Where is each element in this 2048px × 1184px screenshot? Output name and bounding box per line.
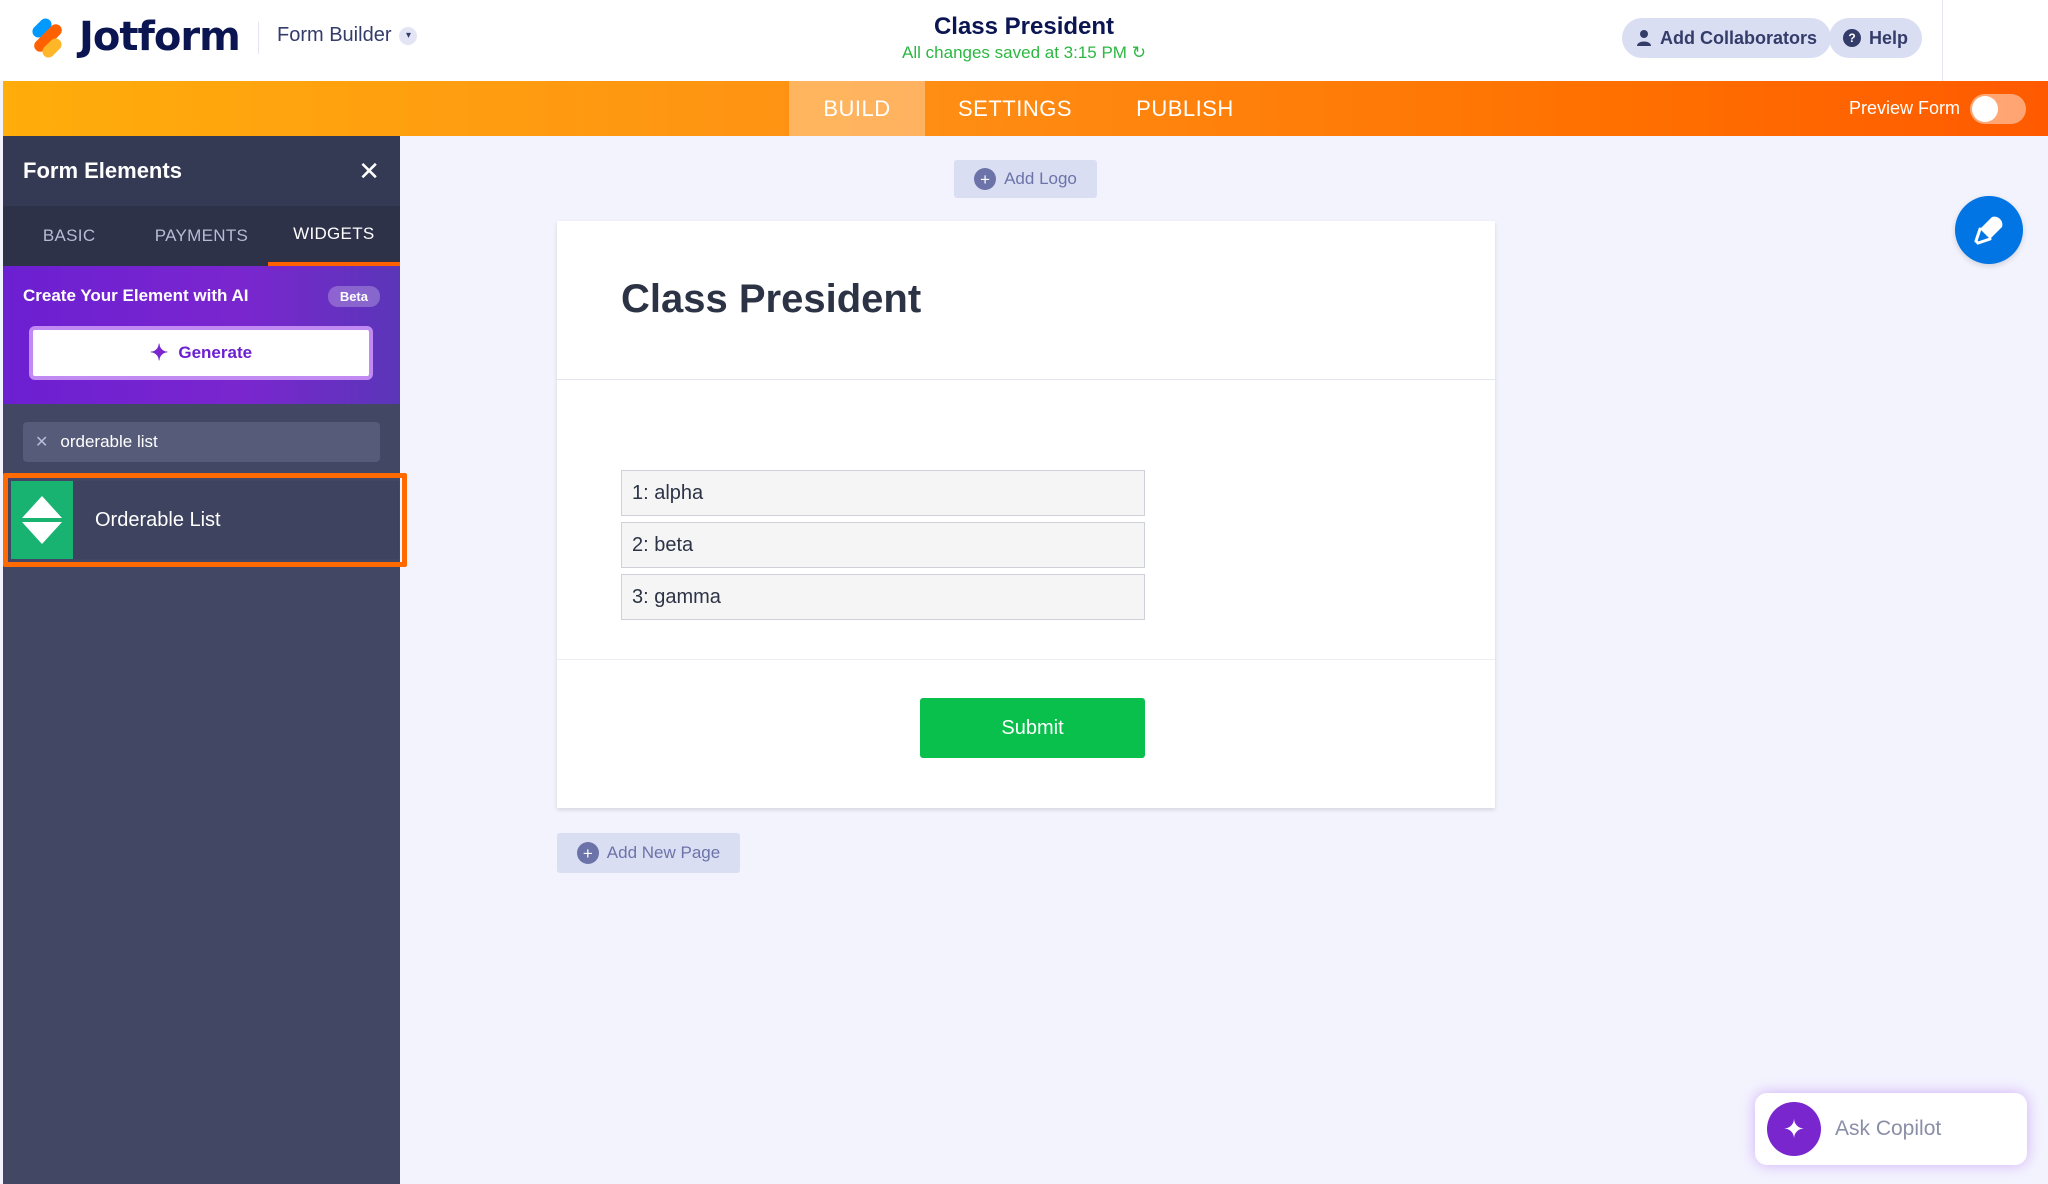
- ai-title: Create Your Element with AI: [23, 286, 249, 305]
- add-new-page-label: Add New Page: [606, 843, 721, 862]
- tab-basic[interactable]: BASIC: [3, 206, 135, 266]
- heading-divider: [557, 379, 1495, 380]
- tab-payments[interactable]: PAYMENTS: [135, 206, 267, 266]
- close-icon[interactable]: ✕: [358, 156, 380, 187]
- sparkle-icon: ✦: [149, 340, 169, 365]
- question-icon: ?: [1843, 29, 1861, 47]
- preview-form-label: Preview Form: [1848, 98, 1960, 118]
- submit-button[interactable]: Submit: [920, 698, 1145, 758]
- generate-label: Generate: [178, 343, 253, 362]
- header-right-divider: [1942, 0, 1943, 81]
- preview-form-toggle[interactable]: [1970, 93, 2026, 124]
- form-heading[interactable]: Class President: [621, 277, 921, 322]
- ask-copilot-button[interactable]: ✦ Ask Copilot: [1755, 1093, 2027, 1165]
- tab-build[interactable]: BUILD: [789, 81, 925, 136]
- add-logo-label: Add Logo: [1004, 169, 1077, 188]
- tab-settings[interactable]: SETTINGS: [933, 81, 1097, 136]
- help-label: Help: [1869, 27, 1909, 48]
- add-logo-button[interactable]: + Add Logo: [954, 160, 1097, 198]
- clear-search-icon[interactable]: ✕: [35, 432, 48, 452]
- form-designer-button[interactable]: [1955, 196, 2023, 264]
- widget-label: Orderable List: [95, 508, 221, 531]
- form-elements-panel: Form Elements ✕ BASIC PAYMENTS WIDGETS C…: [3, 136, 400, 1184]
- widget-search-input[interactable]: ✕ orderable list: [23, 422, 380, 462]
- refresh-icon: ↻: [1131, 43, 1146, 62]
- tab-widgets[interactable]: WIDGETS: [267, 206, 400, 266]
- search-value: orderable list: [60, 432, 158, 451]
- panel-header: Form Elements ✕: [3, 136, 400, 206]
- help-button[interactable]: ? Help: [1829, 18, 1923, 58]
- top-header: Jotform Form Builder ▾ Class President A…: [0, 0, 2048, 81]
- paint-roller-icon: [1974, 216, 2003, 245]
- ai-element-box: Create Your Element with AI Beta ✦ Gener…: [3, 266, 400, 404]
- add-collaborators-label: Add Collaborators: [1660, 27, 1818, 48]
- panel-title: Form Elements: [23, 158, 182, 183]
- form-card: Class President 1: alpha 2: beta 3: gamm…: [557, 221, 1495, 808]
- orderable-list-item[interactable]: 1: alpha: [621, 470, 1145, 516]
- preview-form: Preview Form: [1849, 81, 2026, 136]
- beta-badge: Beta: [327, 286, 380, 307]
- orderable-list-item[interactable]: 2: beta: [621, 522, 1145, 568]
- add-collaborators-button[interactable]: Add Collaborators: [1622, 18, 1832, 58]
- search-result-highlight: Orderable List: [3, 473, 407, 567]
- up-down-arrows-icon: [11, 481, 73, 559]
- add-new-page-button[interactable]: + Add New Page: [557, 833, 740, 873]
- user-icon: [1637, 30, 1651, 46]
- builder-nav: BUILD SETTINGS PUBLISH Preview Form: [3, 81, 2048, 136]
- tab-publish[interactable]: PUBLISH: [1103, 81, 1267, 136]
- search-area: ✕ orderable list: [3, 404, 400, 474]
- generate-button[interactable]: ✦ Generate: [29, 326, 373, 380]
- plus-icon: +: [974, 168, 997, 190]
- plus-icon: +: [576, 842, 599, 864]
- save-status-text: All changes saved at 3:15 PM: [902, 43, 1127, 62]
- widget-orderable-list[interactable]: Orderable List: [11, 481, 399, 559]
- ask-copilot-label: Ask Copilot: [1835, 1117, 1942, 1140]
- submit-divider: [557, 659, 1495, 660]
- sparkle-icon: ✦: [1767, 1102, 1821, 1156]
- toggle-knob: [1972, 95, 1998, 122]
- panel-tabs: BASIC PAYMENTS WIDGETS: [3, 206, 400, 266]
- orderable-list-item[interactable]: 3: gamma: [621, 574, 1145, 620]
